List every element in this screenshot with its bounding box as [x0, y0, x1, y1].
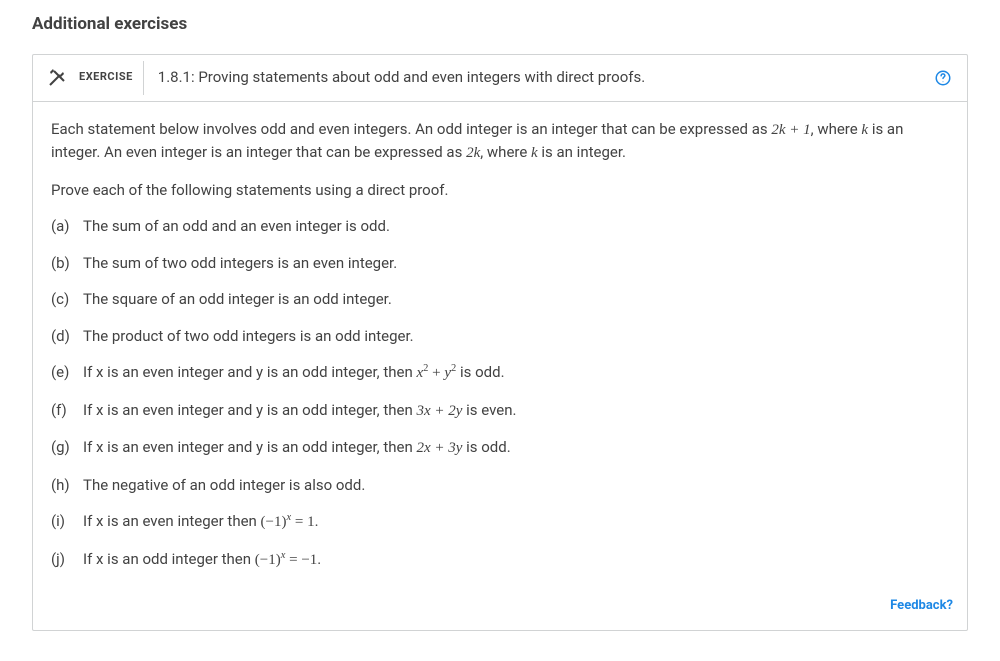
item-marker: (b)	[51, 252, 83, 275]
list-item: (b) The sum of two odd integers is an ev…	[51, 252, 949, 275]
intro-paragraph: Each statement below involves odd and ev…	[51, 118, 949, 165]
item-marker: (c)	[51, 288, 83, 311]
math-k: k	[531, 145, 538, 161]
intro-text: , where	[480, 143, 531, 161]
item-marker: (a)	[51, 215, 83, 238]
math-2k-plus-1: 2k + 1	[771, 122, 810, 138]
item-text: The negative of an odd integer is also o…	[83, 474, 949, 497]
item-text: If x is an odd integer then (−1)x = −1.	[83, 548, 949, 572]
exercise-title: 1.8.1: Proving statements about odd and …	[158, 66, 933, 89]
item-text: The square of an odd integer is an odd i…	[83, 288, 949, 311]
list-item: (i) If x is an even integer then (−1)x =…	[51, 510, 949, 534]
list-item: (c) The square of an odd integer is an o…	[51, 288, 949, 311]
math-neg1-pow-x-eq-1: (−1)x = 1	[261, 514, 315, 530]
item-text: The sum of two odd integers is an even i…	[83, 252, 949, 275]
header-divider	[143, 61, 144, 95]
feedback-row: Feedback?	[33, 593, 967, 630]
list-item: (a) The sum of an odd and an even intege…	[51, 215, 949, 238]
item-text: The sum of an odd and an even integer is…	[83, 215, 949, 238]
exercise-list: (a) The sum of an odd and an even intege…	[51, 215, 949, 571]
math-neg1-pow-x-eq-neg1: (−1)x = −1	[255, 552, 318, 568]
item-marker: (i)	[51, 510, 83, 534]
item-marker: (j)	[51, 548, 83, 572]
intro-text: is an integer.	[538, 143, 626, 161]
item-text: If x is an even integer and y is an odd …	[83, 399, 949, 423]
intro-text: Each statement below involves odd and ev…	[51, 120, 771, 138]
item-marker: (d)	[51, 325, 83, 348]
math-2x-plus-3y: 2x + 3y	[416, 440, 462, 456]
section-title: Additional exercises	[32, 12, 968, 38]
list-item: (j) If x is an odd integer then (−1)x = …	[51, 548, 949, 572]
item-text: If x is an even integer and y is an odd …	[83, 361, 949, 385]
exercise-icon	[47, 68, 67, 88]
math-3x-plus-2y: 3x + 2y	[416, 403, 462, 419]
item-marker: (g)	[51, 436, 83, 460]
help-icon[interactable]	[933, 68, 953, 88]
feedback-link[interactable]: Feedback?	[890, 598, 953, 613]
exercise-label: EXERCISE	[79, 69, 133, 86]
list-item: (f) If x is an even integer and y is an …	[51, 399, 949, 423]
math-2k: 2k	[466, 145, 480, 161]
item-marker: (e)	[51, 361, 83, 385]
list-item: (g) If x is an even integer and y is an …	[51, 436, 949, 460]
list-item: (d) The product of two odd integers is a…	[51, 325, 949, 348]
math-x2-plus-y2: x2 + y2	[416, 365, 456, 381]
prove-line: Prove each of the following statements u…	[51, 179, 949, 202]
item-text: If x is an even integer then (−1)x = 1.	[83, 510, 949, 534]
item-text: The product of two odd integers is an od…	[83, 325, 949, 348]
exercise-box: EXERCISE 1.8.1: Proving statements about…	[32, 54, 968, 631]
list-item: (e) If x is an even integer and y is an …	[51, 361, 949, 385]
exercise-header: EXERCISE 1.8.1: Proving statements about…	[33, 55, 967, 102]
intro-text: , where	[811, 120, 862, 138]
list-item: (h) The negative of an odd integer is al…	[51, 474, 949, 497]
item-text: If x is an even integer and y is an odd …	[83, 436, 949, 460]
item-marker: (f)	[51, 399, 83, 423]
item-marker: (h)	[51, 474, 83, 497]
exercise-body: Each statement below involves odd and ev…	[33, 102, 967, 594]
